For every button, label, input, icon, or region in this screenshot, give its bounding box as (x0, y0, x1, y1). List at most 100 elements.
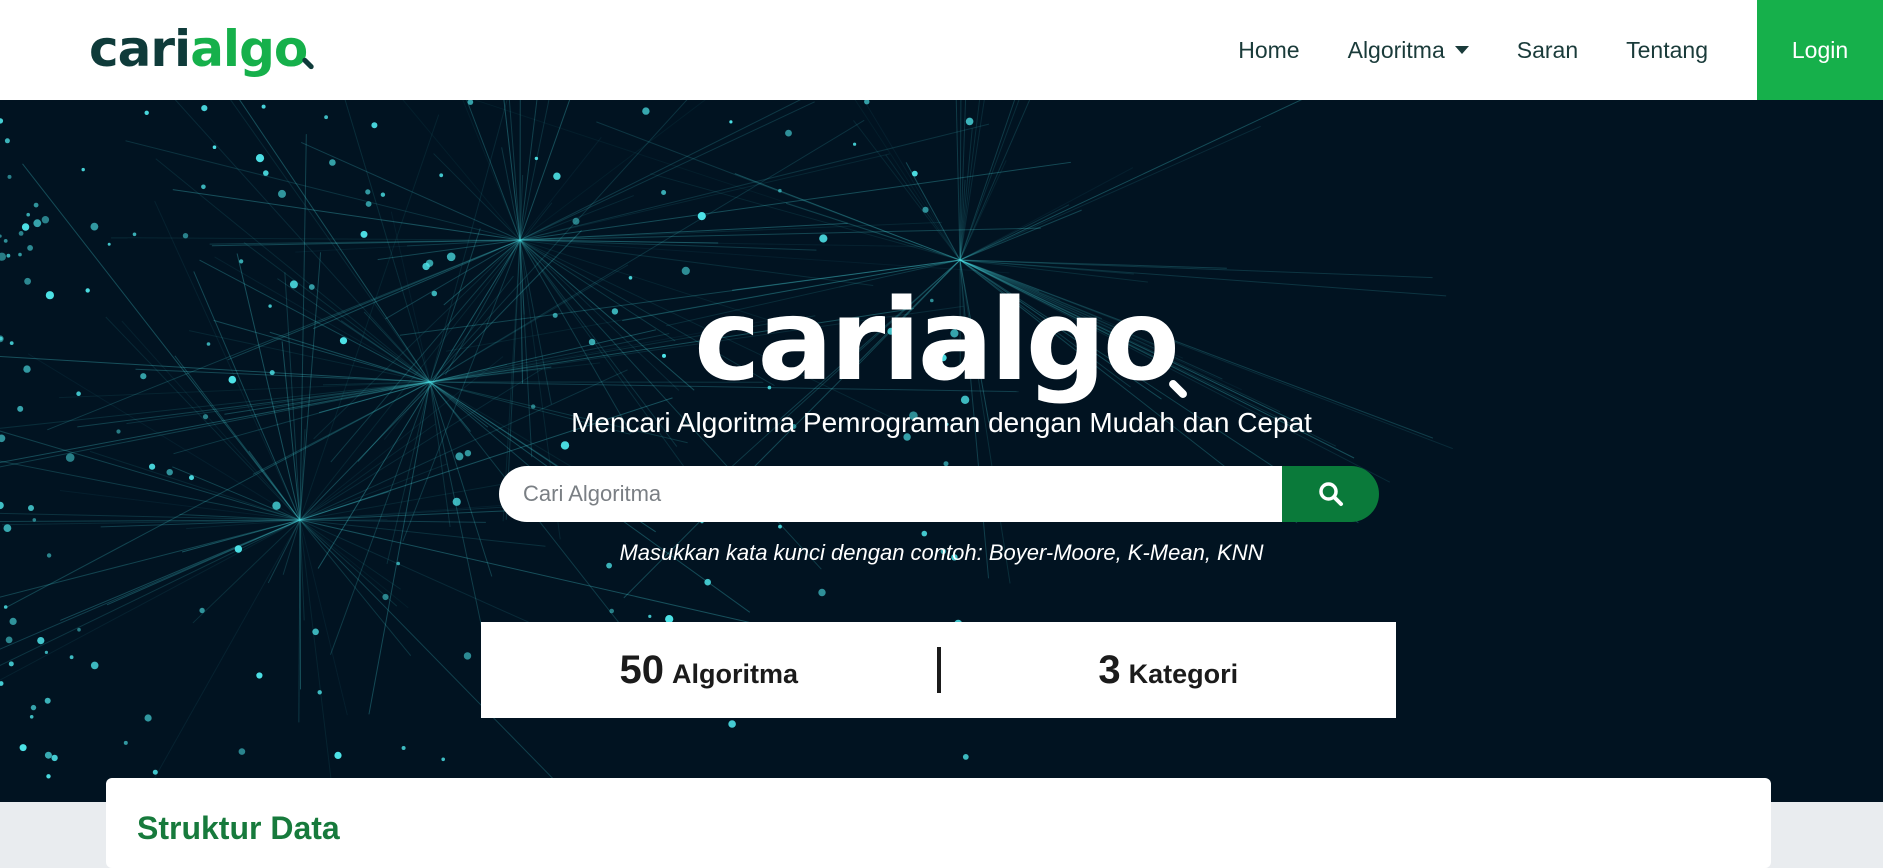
network-particle (728, 720, 736, 728)
nav-saran[interactable]: Saran (1517, 37, 1578, 64)
stat-label: Algoritma (672, 659, 798, 690)
network-line (126, 141, 520, 240)
stat-label: Kategori (1129, 659, 1239, 690)
network-particle (46, 774, 50, 778)
nav-home[interactable]: Home (1238, 37, 1299, 64)
network-line (520, 240, 1009, 273)
navbar: carialgo Home Algoritma Saran Tentang Lo… (0, 0, 1883, 100)
network-line (300, 520, 486, 522)
network-particle (0, 253, 6, 261)
network-particle (124, 741, 128, 745)
caret-down-icon (1455, 46, 1469, 54)
network-particle (382, 594, 388, 600)
network-line (773, 100, 960, 260)
network-particle (464, 652, 471, 659)
network-particle (149, 464, 155, 470)
network-particle (42, 216, 49, 223)
network-particle (642, 107, 649, 114)
network-particle (45, 651, 48, 654)
network-particle (37, 637, 44, 644)
stats-box: 50 Algoritma 3 Kategori (481, 622, 1396, 718)
network-line (0, 438, 300, 520)
network-particle (371, 122, 377, 128)
network-particle (256, 672, 262, 678)
network-line (520, 223, 848, 240)
network-particle (922, 531, 928, 537)
network-line (650, 174, 960, 260)
network-particle (26, 213, 30, 217)
network-line (960, 100, 1089, 260)
network-particle (819, 234, 827, 242)
hero-tagline: Mencari Algoritma Pemrograman dengan Mud… (0, 407, 1883, 439)
network-particle (30, 715, 34, 719)
network-particle (329, 159, 336, 166)
network-particle (183, 233, 188, 238)
network-particle (864, 100, 869, 104)
network-particle (199, 608, 204, 613)
search-icon (1318, 481, 1344, 507)
network-particle (853, 143, 856, 146)
network-particle (145, 714, 152, 721)
network-particle (45, 752, 52, 759)
network-particle (0, 502, 4, 509)
nav-tentang[interactable]: Tentang (1626, 37, 1708, 64)
network-particle (33, 518, 37, 522)
network-particle (8, 175, 12, 179)
network-particle (698, 212, 706, 220)
network-particle (272, 502, 280, 510)
network-line (809, 100, 960, 260)
network-particle (4, 524, 12, 532)
hero-section: carialgo Mencari Algoritma Pemrograman d… (0, 100, 1883, 802)
search-button[interactable] (1282, 466, 1379, 522)
network-particle (5, 138, 10, 143)
network-particle (912, 171, 918, 177)
network-particle (402, 746, 406, 750)
network-line (358, 100, 520, 240)
network-line (60, 520, 300, 620)
network-particle (0, 118, 3, 123)
search-input[interactable] (499, 466, 1282, 522)
nav-algoritma-label: Algoritma (1348, 37, 1445, 64)
brand-logo[interactable]: carialgo (89, 14, 315, 84)
network-line (434, 154, 520, 240)
network-particle (453, 498, 461, 506)
brand-text: carialgo (89, 24, 307, 74)
network-particle (82, 168, 85, 171)
network-particle (361, 231, 368, 238)
network-particle (167, 469, 173, 475)
network-particle (33, 219, 41, 227)
network-particle (108, 243, 111, 246)
network-particle (10, 618, 17, 625)
login-button[interactable]: Login (1757, 0, 1883, 100)
network-line (960, 126, 1261, 260)
network-particle (573, 218, 580, 225)
network-particle (785, 130, 792, 137)
network-particle (278, 190, 286, 198)
network-particle (20, 744, 27, 751)
stat-value: 3 (1098, 648, 1120, 693)
network-particle (334, 752, 341, 759)
network-particle (426, 260, 433, 267)
network-line (953, 100, 960, 260)
network-particle (45, 698, 51, 704)
network-particle (28, 505, 34, 511)
network-particle (365, 189, 370, 194)
network-particle (239, 259, 243, 263)
network-particle (922, 207, 928, 213)
network-particle (439, 173, 443, 177)
network-particle (553, 173, 560, 180)
network-particle (256, 154, 264, 162)
category-card: Struktur Data (106, 778, 1771, 868)
network-particle (133, 233, 137, 237)
nav-algoritma-dropdown[interactable]: Algoritma (1348, 37, 1469, 64)
network-line (295, 100, 520, 240)
network-particle (561, 441, 569, 449)
network-particle (312, 629, 319, 636)
network-particle (381, 193, 385, 197)
network-particle (818, 589, 825, 596)
network-particle (324, 115, 328, 119)
network-particle (609, 609, 614, 614)
network-particle (70, 655, 74, 659)
search-hint: Masukkan kata kunci dengan contoh: Boyer… (0, 540, 1883, 566)
network-particle (778, 189, 782, 193)
